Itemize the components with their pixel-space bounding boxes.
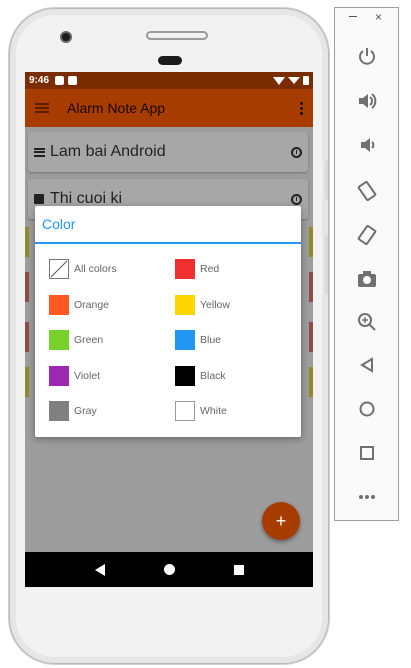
volume-side-button [325,235,328,295]
battery-icon [303,76,309,85]
rotate-left-icon [357,180,376,202]
alarm-timer-icon[interactable] [291,193,302,205]
color-option-label: Black [200,370,226,382]
note-item[interactable]: Lam bai Android [28,132,308,172]
dialog-title: Color [42,216,76,232]
alarm-timer-icon[interactable] [291,146,302,158]
app-title: Alarm Note App [67,100,166,116]
rotate-left-button[interactable] [335,180,398,207]
power-button[interactable] [335,46,398,71]
checklist-icon [34,194,44,204]
close-icon[interactable]: × [375,10,382,24]
camera-icon [357,271,376,287]
color-option-red[interactable]: Red [175,259,219,279]
note-color-strip [309,227,313,257]
nav-overview-icon[interactable] [233,564,244,575]
rotate-right-button[interactable] [335,224,398,251]
add-note-button[interactable]: + [262,502,300,540]
note-color-strip [309,272,313,302]
note-color-strip [25,227,29,257]
volume-down-button[interactable] [335,135,398,160]
overview-icon [359,446,374,460]
rotate-right-icon [357,224,376,246]
color-option-gray[interactable]: Gray [49,401,97,421]
home-button[interactable] [335,400,398,423]
color-option-green[interactable]: Green [49,330,103,350]
front-camera [60,31,72,43]
note-title: Lam bai Android [50,143,166,160]
power-side-button [325,160,328,200]
color-option-black[interactable]: Black [175,366,226,386]
notification-icon [55,76,65,85]
navigation-bar [25,552,313,587]
gray-swatch [49,401,69,421]
color-option-label: Gray [74,405,97,417]
emulator-toolbar: × [334,7,399,521]
color-option-label: Orange [74,299,110,311]
overview-button[interactable] [335,444,398,467]
color-option-label: Blue [200,334,222,346]
proximity-sensor [158,56,182,65]
wifi-icon [273,76,285,85]
note-color-strip [309,322,313,352]
dialog-title-divider [35,242,301,244]
status-right-icons [273,76,309,85]
violet-swatch [49,366,69,386]
color-option-label: Green [74,334,104,346]
status-time: 9:46 [29,75,50,86]
red-swatch [175,259,195,279]
nav-back-icon[interactable] [94,563,105,576]
white-swatch [175,401,195,421]
color-option-label: All colors [74,263,117,275]
more-icon [358,495,375,499]
color-option-all[interactable]: All colors [49,259,117,279]
volume-down-icon [360,138,374,152]
sd-card-icon [68,76,78,85]
menu-icon[interactable] [35,103,49,113]
signal-icon [288,77,300,84]
note-color-strip [25,322,29,352]
orange-swatch [49,295,69,315]
screenshot-button[interactable] [335,269,398,294]
yellow-swatch [175,295,195,315]
color-option-orange[interactable]: Orange [49,295,109,315]
green-swatch [49,330,69,350]
app-bar: Alarm Note App [25,89,313,127]
power-icon [358,48,375,65]
color-dialog: Color All colors Red Orange Yellow Green… [35,206,301,437]
black-swatch [175,366,195,386]
status-bar: 9:46 [25,72,313,89]
back-icon [359,357,373,373]
color-option-label: Yellow [200,299,230,311]
color-option-label: Red [200,263,220,275]
more-button[interactable] [335,489,398,507]
minimize-icon[interactable] [349,16,357,17]
blue-swatch [175,330,195,350]
overflow-menu-icon[interactable] [300,101,303,115]
color-option-yellow[interactable]: Yellow [175,295,230,315]
color-option-blue[interactable]: Blue [175,330,221,350]
color-option-violet[interactable]: Violet [49,366,100,386]
color-option-white[interactable]: White [175,401,227,421]
volume-up-button[interactable] [335,91,398,116]
nav-home-icon[interactable] [163,564,175,575]
zoom-icon [357,313,376,331]
earpiece-speaker [146,31,208,40]
zoom-button[interactable] [335,312,398,337]
color-option-label: White [200,405,227,417]
volume-up-icon [358,93,376,109]
home-icon [359,401,374,417]
back-button[interactable] [335,356,398,379]
all-colors-icon [49,259,69,279]
note-color-strip [25,272,29,302]
plus-icon: + [275,510,287,531]
note-color-strip [309,367,313,397]
note-color-strip [25,367,29,397]
color-option-label: Violet [74,370,101,382]
text-note-icon [34,147,45,157]
